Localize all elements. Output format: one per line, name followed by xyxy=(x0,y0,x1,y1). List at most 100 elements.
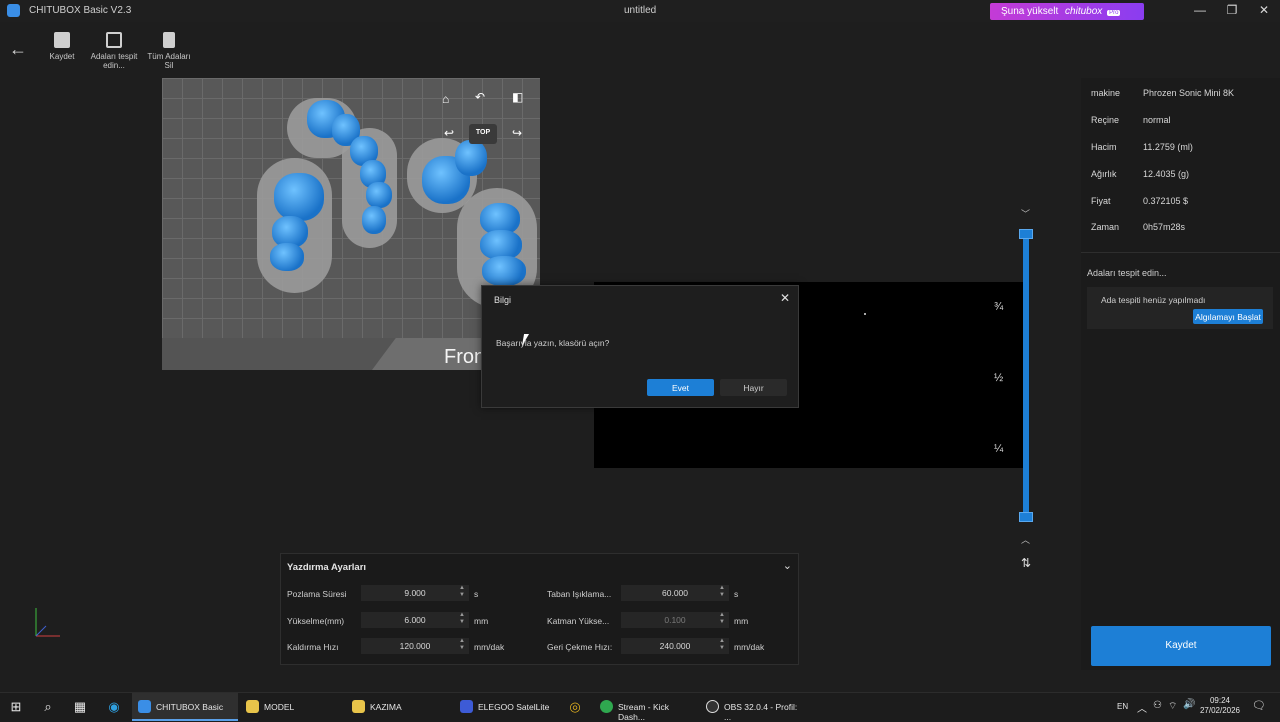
show-hidden-icons-icon[interactable]: ︿ xyxy=(1137,700,1147,715)
layer-mark-three-quarter: ¾ xyxy=(994,301,1004,313)
yes-button[interactable]: Evet xyxy=(647,379,714,396)
unit-label: mm/dak xyxy=(734,642,765,652)
app-title: CHITUBOX Basic V2.3 xyxy=(29,5,132,16)
info-key: Reçine xyxy=(1091,115,1120,125)
layer-slider-track[interactable] xyxy=(1023,232,1029,520)
volume-icon[interactable]: 🔊 xyxy=(1183,699,1195,710)
layer-slider-top-handle[interactable] xyxy=(1019,229,1033,239)
start-detection-button[interactable]: Algılamayı Başlat xyxy=(1193,309,1263,324)
chitubox-app-icon xyxy=(138,700,151,713)
document-title: untitled xyxy=(624,5,657,16)
input-language[interactable]: EN xyxy=(1117,702,1128,711)
back-arrow-icon[interactable]: ← xyxy=(9,39,27,60)
clock[interactable]: 09:24 27/02/2026 xyxy=(1198,696,1242,715)
spinner-icon[interactable]: ▲ ▼ xyxy=(718,585,726,601)
taskbar-app-elegoo[interactable]: ELEGOO SatelLite xyxy=(454,693,560,721)
view-cube-top[interactable]: TOP xyxy=(469,124,497,144)
rotate-cw-icon[interactable]: ↪ xyxy=(512,126,522,140)
save-tool-button[interactable]: Kaydet xyxy=(46,32,78,61)
lift-speed-input[interactable]: 120.000 xyxy=(361,638,469,654)
restore-icon[interactable]: ❐ xyxy=(1224,3,1240,19)
network-icon[interactable]: ⚇ xyxy=(1153,700,1162,711)
no-button[interactable]: Hayır xyxy=(720,379,787,396)
detect-islands-button[interactable]: Adaları tespit edin... xyxy=(88,32,140,70)
delete-islands-button[interactable]: Tüm Adaları Sil xyxy=(142,32,196,70)
spinner-icon[interactable]: ▲ ▼ xyxy=(458,638,466,654)
title-bar: CHITUBOX Basic V2.3 untitled Şuna yüksel… xyxy=(0,0,1280,22)
right-info-panel: makine Phrozen Sonic Mini 8K Reçine norm… xyxy=(1081,78,1280,670)
clock-date: 27/02/2026 xyxy=(1199,706,1241,715)
taskbar-app-chitubox[interactable]: CHITUBOX Basic xyxy=(132,693,238,721)
divider xyxy=(1081,252,1280,253)
info-value: 0h57m28s xyxy=(1143,222,1186,232)
delete-islands-label: Tüm Adaları Sil xyxy=(147,52,191,70)
taskbar-app-obs[interactable]: OBS 32.0.4 - Profil: ... xyxy=(700,693,806,722)
spinner-icon[interactable]: ▲ ▼ xyxy=(458,585,466,601)
tooth-model[interactable] xyxy=(455,140,487,176)
rotate-ccw-icon[interactable]: ↩ xyxy=(444,126,454,140)
search-icon[interactable]: ⌕ xyxy=(40,699,56,715)
upgrade-brand: chitubox xyxy=(1065,6,1103,17)
layer-height-input[interactable]: 0.100 xyxy=(621,612,729,628)
save-button[interactable]: Kaydet xyxy=(1091,626,1271,666)
chitubox-logo-icon xyxy=(7,4,20,17)
info-key: Fiyat xyxy=(1091,196,1111,206)
retract-speed-input[interactable]: 240.000 xyxy=(621,638,729,654)
layer-mark-quarter: ¼ xyxy=(994,443,1004,455)
taskbar-app-folder-model[interactable]: MODEL xyxy=(240,693,342,721)
unit-label: s xyxy=(734,589,739,599)
close-icon[interactable]: ✕ xyxy=(1256,3,1272,19)
info-value: normal xyxy=(1143,115,1171,125)
folder-icon xyxy=(246,700,259,713)
exposure-time-input[interactable]: 9.000 xyxy=(361,585,469,601)
dialog-title: Bilgi xyxy=(494,295,512,305)
info-key: Ağırlık xyxy=(1091,169,1117,179)
rotate-left-icon[interactable]: ↶ xyxy=(475,90,485,104)
pro-badge: Pro xyxy=(1107,10,1121,16)
wifi-icon[interactable]: ⌔ xyxy=(1168,700,1177,713)
layer-dot xyxy=(864,313,866,315)
home-view-icon[interactable]: ⌂ xyxy=(442,92,449,106)
minimize-icon[interactable]: — xyxy=(1192,3,1208,19)
notifications-icon[interactable]: 🗨 xyxy=(1252,699,1266,712)
trash-icon xyxy=(163,32,175,48)
tooth-model[interactable] xyxy=(366,182,392,208)
layer-slider-bottom-handle[interactable] xyxy=(1019,512,1033,522)
cube-view-icon[interactable]: ◧ xyxy=(512,90,523,104)
print-settings-title: Yazdırma Ayarları xyxy=(287,562,367,573)
taskbar-app-label: OBS 32.0.4 - Profil: ... xyxy=(724,702,798,722)
edge-browser-icon[interactable]: ◉ xyxy=(106,699,122,715)
swap-layers-icon[interactable]: ⇅ xyxy=(1021,556,1031,570)
chrome-icon[interactable]: ◎ xyxy=(567,699,583,715)
lift-distance-input[interactable]: 6.000 xyxy=(361,612,469,628)
layer-mark-half: ½ xyxy=(994,372,1004,384)
close-icon[interactable]: ✕ xyxy=(778,291,792,305)
unit-label: mm/dak xyxy=(474,642,505,652)
chevron-up-icon[interactable]: ︿ xyxy=(1021,533,1030,546)
info-value: 0.372105 $ xyxy=(1143,196,1189,206)
spinner-icon[interactable]: ▲ ▼ xyxy=(458,612,466,628)
spinner-icon[interactable]: ▲ ▼ xyxy=(718,612,726,628)
tooth-model[interactable] xyxy=(482,256,526,286)
collapse-chevron-icon[interactable]: ⌄ xyxy=(783,559,792,572)
tooth-model[interactable] xyxy=(274,173,324,221)
chrome-profile-icon xyxy=(600,700,613,713)
folder-icon xyxy=(352,700,365,713)
lift-speed-label: Kaldırma Hızı xyxy=(287,642,339,652)
upgrade-button[interactable]: Şuna yükselt chitubox Pro xyxy=(990,3,1144,20)
chevron-down-icon[interactable]: ﹀ xyxy=(1021,207,1030,220)
windows-start-icon[interactable]: ⊞ xyxy=(8,699,24,715)
taskbar-app-folder-kazima[interactable]: KAZIMA xyxy=(346,693,448,721)
upgrade-label: Şuna yükselt xyxy=(1001,6,1059,17)
tooth-model[interactable] xyxy=(362,206,386,234)
retract-speed-label: Geri Çekme Hızı: xyxy=(547,642,613,652)
task-view-icon[interactable]: ▦ xyxy=(72,699,88,715)
tooth-model[interactable] xyxy=(270,243,304,271)
taskbar-app-stream[interactable]: Stream - Kick Dash... xyxy=(594,693,698,722)
obs-app-icon xyxy=(706,700,719,713)
bottom-exposure-input[interactable]: 60.000 xyxy=(621,585,729,601)
spinner-icon[interactable]: ▲ ▼ xyxy=(718,638,726,654)
layer-height-label: Katman Yükse... xyxy=(547,616,610,626)
island-section-title: Adaları tespit edin... xyxy=(1087,268,1167,278)
dialog-message: Başarıyla yazın, klasörü açın? xyxy=(496,338,610,348)
